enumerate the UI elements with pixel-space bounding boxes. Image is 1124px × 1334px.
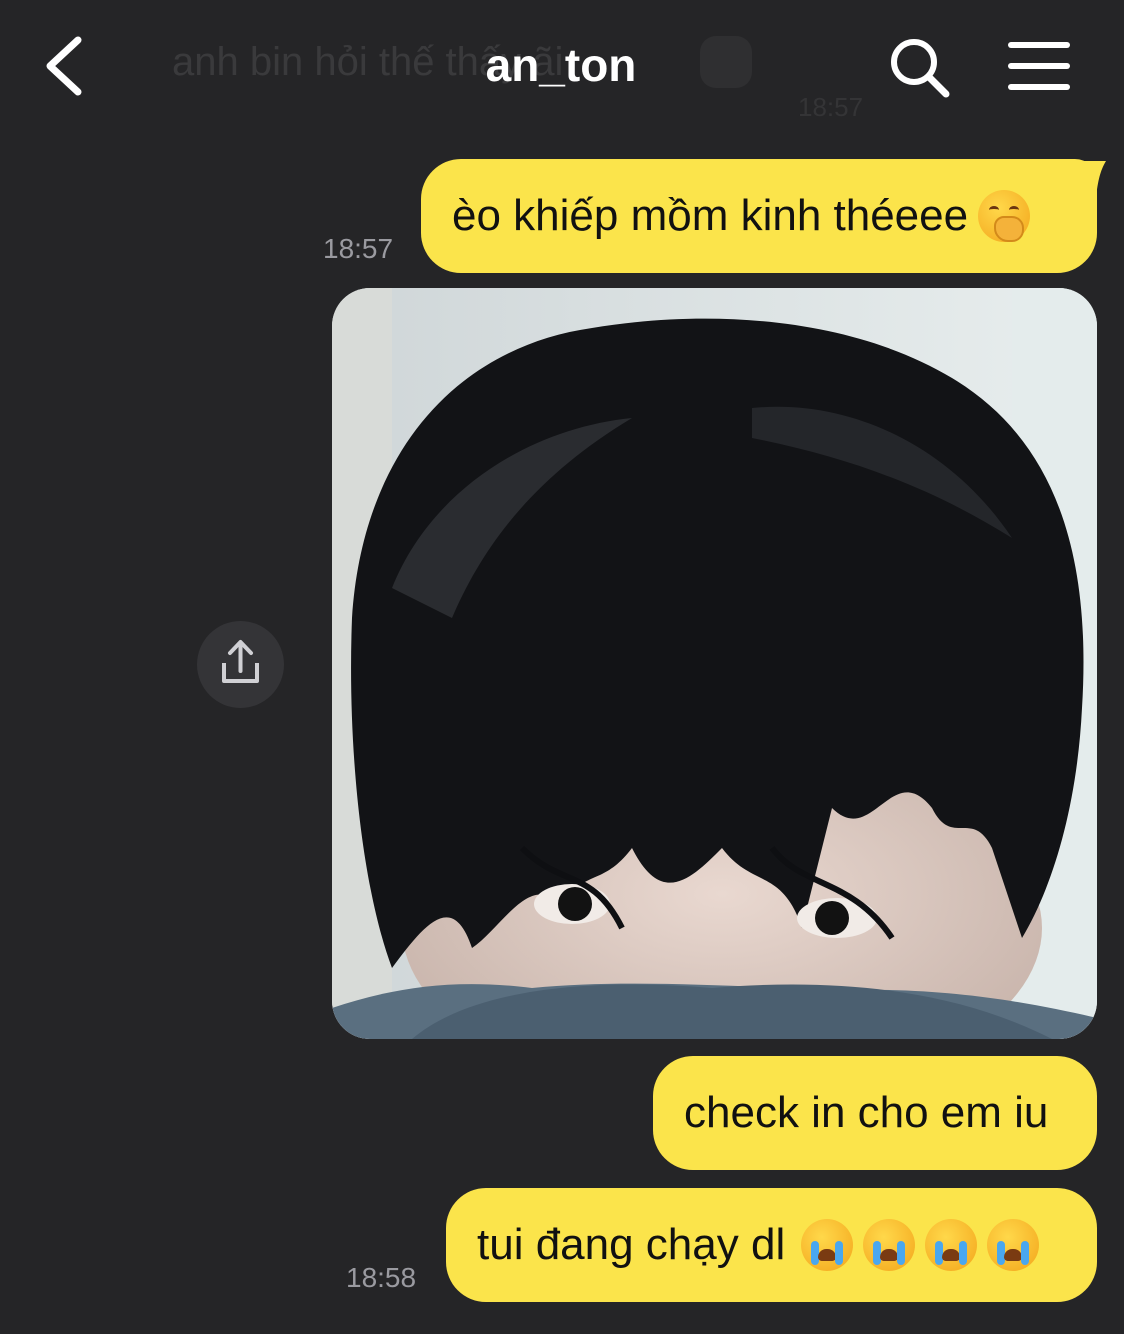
message-time: 18:58 xyxy=(346,1262,417,1293)
loudly-crying-face-icon xyxy=(925,1219,978,1271)
message-bubble[interactable]: tui đang chạy dl xyxy=(446,1188,1097,1302)
scrolled-message-time: 18:57 xyxy=(798,92,864,122)
loudly-crying-face-icon xyxy=(987,1219,1040,1271)
selfie-photo xyxy=(332,288,1097,1039)
message-text: tui đang chạy dl xyxy=(477,1220,786,1269)
message-text: check in cho em iu xyxy=(684,1088,1049,1137)
loudly-crying-face-icon xyxy=(863,1219,916,1271)
message-bubble[interactable]: èo khiếp mồm kinh théeee xyxy=(421,159,1097,273)
chat-header: anh bin hỏi thế thấy ãi 18:57 an_ton xyxy=(0,0,1124,135)
face-with-hand-over-mouth-icon xyxy=(978,190,1031,242)
share-button[interactable] xyxy=(197,621,284,708)
chat-screen: anh bin hỏi thế thấy ãi 18:57 an_ton 18:… xyxy=(0,0,1124,1334)
search-icon xyxy=(891,39,950,98)
chat-title: an_ton xyxy=(0,38,1124,92)
message-bubble[interactable]: check in cho em iu xyxy=(653,1056,1097,1170)
message-text: èo khiếp mồm kinh théeee xyxy=(452,191,969,240)
photo-message[interactable] xyxy=(332,288,1097,1039)
bubble-tail xyxy=(1078,161,1106,197)
menu-button[interactable] xyxy=(1006,38,1072,94)
message-time: 18:57 xyxy=(323,233,394,264)
share-icon xyxy=(222,640,259,683)
loudly-crying-face-icon xyxy=(801,1219,854,1271)
menu-icon xyxy=(1008,42,1070,90)
chat-title-text: an_ton xyxy=(485,39,637,91)
search-button[interactable] xyxy=(886,34,952,100)
